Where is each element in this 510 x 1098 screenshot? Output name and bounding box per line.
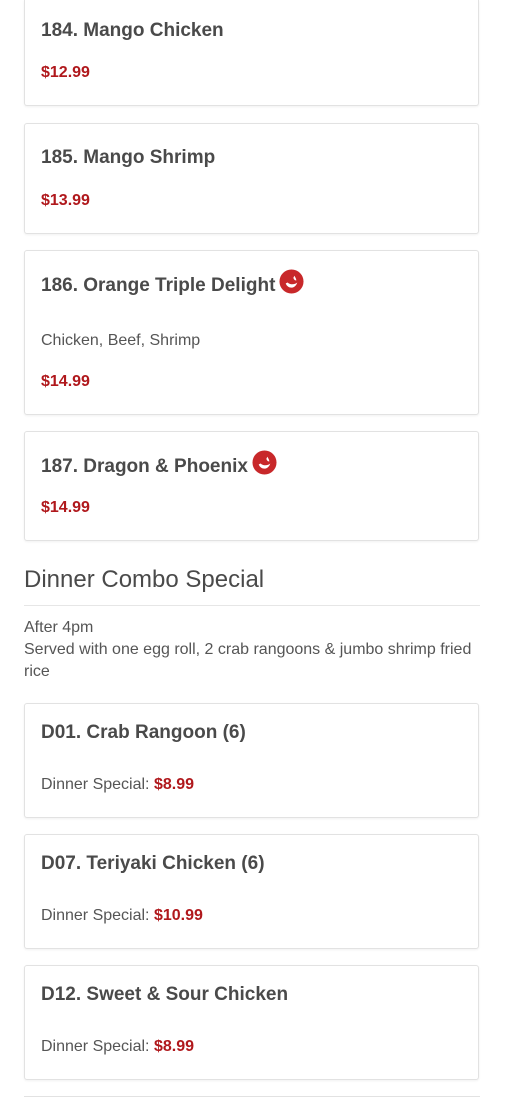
menu-item-card[interactable]: 186. Orange Triple Delight Chicken, Beef… xyxy=(24,250,479,415)
item-price: $12.99 xyxy=(41,64,90,81)
item-title: 185. Mango Shrimp xyxy=(41,147,215,169)
section-note-line1: After 4pm xyxy=(24,619,94,636)
item-title-text: 185. Mango Shrimp xyxy=(41,147,216,168)
item-price: $8.99 xyxy=(153,1038,194,1055)
chili-pepper-icon xyxy=(279,269,304,294)
item-description: Chicken, Beef, Shrimp xyxy=(41,332,201,349)
menu-item-card[interactable]: D01. Crab Rangoon (6) Dinner Special: $8… xyxy=(24,703,479,818)
menu-item-card[interactable]: D07. Teriyaki Chicken (6) Dinner Special… xyxy=(24,834,479,949)
item-title-text: D07. Teriyaki Chicken (6) xyxy=(41,853,265,874)
item-title: D12. Sweet & Sour Chicken xyxy=(41,984,288,1006)
dinner-special-label: Dinner Special: xyxy=(41,1038,150,1055)
item-title: D07. Teriyaki Chicken (6) xyxy=(41,853,265,875)
item-title-text: D12. Sweet & Sour Chicken xyxy=(41,984,289,1005)
item-title: 187. Dragon & Phoenix xyxy=(41,450,277,479)
item-price: $14.99 xyxy=(41,499,90,516)
item-title-text: 186. Orange Triple Delight xyxy=(41,274,276,296)
item-title: D01. Crab Rangoon (6) xyxy=(41,722,246,744)
item-title-text: 184. Mango Chicken xyxy=(41,20,224,41)
item-price: $14.99 xyxy=(41,373,90,390)
section-divider xyxy=(24,605,480,606)
item-price: $8.99 xyxy=(153,776,194,793)
section-title: Dinner Combo Special xyxy=(24,566,265,593)
item-title-text: 187. Dragon & Phoenix xyxy=(41,455,248,477)
menu-item-card[interactable]: 187. Dragon & Phoenix $14.99 xyxy=(24,431,479,541)
item-price: $13.99 xyxy=(41,192,90,209)
chili-pepper-icon xyxy=(252,450,277,475)
item-price: $10.99 xyxy=(153,907,203,924)
menu-item-card[interactable]: 185. Mango Shrimp $13.99 xyxy=(24,123,479,234)
section-note-line2: Served with one egg roll, 2 crab rangoon… xyxy=(24,641,472,680)
dinner-special-line: Dinner Special: $8.99 xyxy=(41,1038,194,1056)
next-card-edge xyxy=(24,1096,480,1097)
item-title: 184. Mango Chicken xyxy=(41,20,224,42)
menu-item-card[interactable]: D12. Sweet & Sour Chicken Dinner Special… xyxy=(24,965,479,1080)
dinner-special-label: Dinner Special: xyxy=(41,776,150,793)
item-title: 186. Orange Triple Delight xyxy=(41,269,304,298)
item-title-text: D01. Crab Rangoon (6) xyxy=(41,722,246,743)
dinner-special-line: Dinner Special: $10.99 xyxy=(41,907,203,925)
dinner-special-line: Dinner Special: $8.99 xyxy=(41,776,194,794)
menu-item-card[interactable]: 184. Mango Chicken $12.99 xyxy=(24,0,479,106)
dinner-special-label: Dinner Special: xyxy=(41,907,150,924)
